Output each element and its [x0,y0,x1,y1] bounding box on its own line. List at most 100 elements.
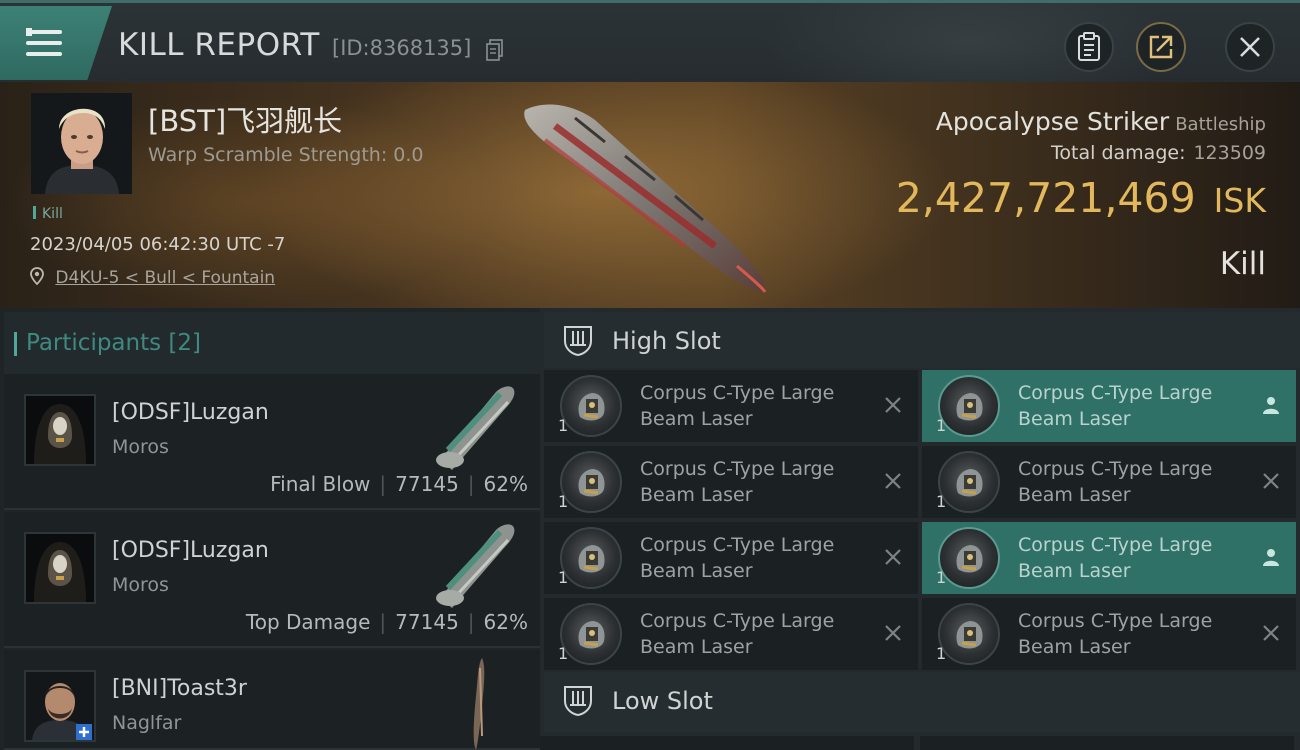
participant-damage: 77145 [395,472,459,496]
total-damage: Total damage: 123509 [1051,142,1266,164]
victim-ship-name[interactable]: Apocalypse Striker Battleship [936,107,1266,136]
location-pin-icon [30,267,44,286]
stat-divider: | [467,610,475,634]
low-slot-header[interactable]: Low Slot [544,672,1300,732]
victim-portrait[interactable] [31,93,132,194]
copy-icon[interactable] [486,39,504,61]
participant-row[interactable]: [ODSF]Luzgan Moros Final Blow | 77145 | 62% [4,374,540,510]
isk-value: 2,427,721,469 ISK [896,174,1266,222]
warp-scramble-strength: Warp Scramble Strength: 0.0 [148,144,424,166]
module-name: Corpus C-Type Large Beam Laser [1018,458,1213,506]
participant-percent: 62% [483,610,528,634]
laser-module-icon [938,451,1000,513]
hooded-pilot-image [26,396,94,464]
x-icon [1262,623,1280,647]
participant-avatar [24,670,96,742]
laser-module-icon [560,375,622,437]
module-name: Corpus C-Type Large Beam Laser [640,534,835,582]
high-slot-header[interactable]: High Slot [544,312,1300,368]
module-name: Corpus C-Type Large Beam Laser [640,382,835,430]
high-slot-module[interactable]: 1 Corpus C-Type Large Beam Laser [922,598,1296,670]
location-text[interactable]: D4KU-5 < Bull < Fountain [55,268,275,288]
laser-module-icon [560,451,622,513]
pilot-portrait-image [31,93,132,194]
bearded-pilot-image [26,672,94,740]
high-slot-module[interactable]: 1 Corpus C-Type Large Beam Laser [922,446,1296,518]
ship-name-text: Apocalypse Striker [935,107,1170,136]
participants-panel: Participants [2] [ODSF]Luzgan Moros Fina… [0,308,540,750]
laser-module-icon [560,603,622,665]
x-icon [884,623,902,647]
high-slot-module[interactable]: 1 Corpus C-Type Large Beam Laser [544,522,918,594]
high-slot-module[interactable]: 1 Corpus C-Type Large Beam Laser [544,446,918,518]
x-icon [884,471,902,495]
victim-banner: [BST]飞羽舰长 Warp Scramble Strength: 0.0 Ki… [0,82,1300,308]
x-icon [884,547,902,571]
participant-role: Top Damage [245,610,371,634]
participant-ship: Moros [112,436,169,458]
participant-ship-image [473,658,485,750]
participant-damage: 77145 [395,610,459,634]
low-slot-module-peek [540,736,914,750]
person-icon [1262,547,1280,572]
ship-class: Battleship [1175,114,1266,135]
module-quantity: 1 [558,416,569,435]
module-quantity: 1 [936,568,947,587]
menu-button[interactable] [0,6,112,80]
participant-avatar [24,532,96,604]
participant-ship: Naglfar [112,712,182,734]
stat-divider: | [379,610,387,634]
stat-divider: | [467,472,475,496]
participant-name[interactable]: [BNI]Toast3r [112,676,247,701]
participant-percent: 62% [483,472,528,496]
kill-datetime: 2023/04/05 06:42:30 UTC -7 [30,234,286,255]
module-name: Corpus C-Type Large Beam Laser [1018,534,1213,582]
low-slot-icon [564,686,592,717]
high-slot-title: High Slot [612,327,721,355]
x-icon [884,395,902,419]
isk-unit: ISK [1213,181,1266,220]
clipboard-icon [1078,32,1100,61]
high-slot-module[interactable]: 1 Corpus C-Type Large Beam Laser [544,598,918,670]
module-name: Corpus C-Type Large Beam Laser [1018,610,1213,658]
isk-amount: 2,427,721,469 [895,174,1196,222]
person-icon [1262,395,1280,420]
module-quantity: 1 [936,492,947,511]
close-icon [1240,37,1260,57]
laser-module-icon [560,527,622,589]
participant-row[interactable]: [BNI]Toast3r Naglfar [4,650,540,750]
close-button[interactable] [1225,22,1275,72]
participant-ship-image [436,524,515,608]
menu-icon [26,28,62,56]
kill-tag: Kill [33,206,63,222]
module-quantity: 1 [558,568,569,587]
module-quantity: 1 [936,416,947,435]
participant-avatar [24,394,96,466]
high-slot-module[interactable]: 1 Corpus C-Type Large Beam Laser [922,370,1296,442]
low-slot-title: Low Slot [612,687,713,715]
module-quantity: 1 [558,644,569,663]
kill-location[interactable]: D4KU-5 < Bull < Fountain [30,267,275,288]
clipboard-button[interactable] [1064,22,1114,72]
hooded-pilot-image [26,534,94,602]
module-name: Corpus C-Type Large Beam Laser [1018,382,1213,430]
module-quantity: 1 [558,492,569,511]
participant-stats: Final Blow | 77145 | 62% [270,472,528,496]
x-icon [1262,471,1280,495]
high-slot-icon [564,326,592,357]
laser-module-icon [938,527,1000,589]
high-slot-module[interactable]: 1 Corpus C-Type Large Beam Laser [922,522,1296,594]
low-slot-module-peek [920,736,1294,750]
module-name: Corpus C-Type Large Beam Laser [640,458,835,506]
fitting-panel: High Slot 1 Corpus C-Type Large Beam Lase… [540,308,1300,750]
participants-title: Participants [2] [14,330,201,356]
participant-name[interactable]: [ODSF]Luzgan [112,538,269,563]
high-slot-module[interactable]: 1 Corpus C-Type Large Beam Laser [544,370,918,442]
share-button[interactable] [1136,22,1186,72]
victim-pilot-name[interactable]: [BST]飞羽舰长 [148,98,342,140]
participant-stats: Top Damage | 77145 | 62% [246,610,528,634]
participant-name[interactable]: [ODSF]Luzgan [112,400,269,425]
page-title: KILL REPORT [118,27,320,63]
victim-ship-image [524,104,767,293]
participant-row[interactable]: [ODSF]Luzgan Moros Top Damage | 77145 | 62% [4,512,540,648]
